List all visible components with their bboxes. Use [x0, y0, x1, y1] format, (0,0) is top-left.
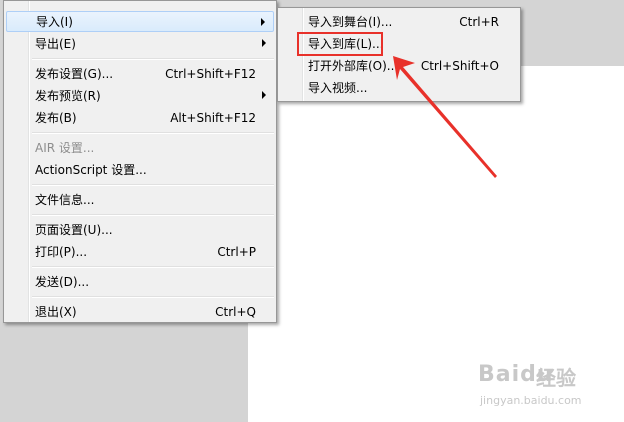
watermark: Baidu 经验 jingyan.baidu.com: [478, 362, 618, 410]
watermark-url: jingyan.baidu.com: [480, 394, 582, 407]
annotation-arrow-icon: [393, 56, 497, 178]
watermark-brand-cn: 经验: [536, 366, 576, 390]
